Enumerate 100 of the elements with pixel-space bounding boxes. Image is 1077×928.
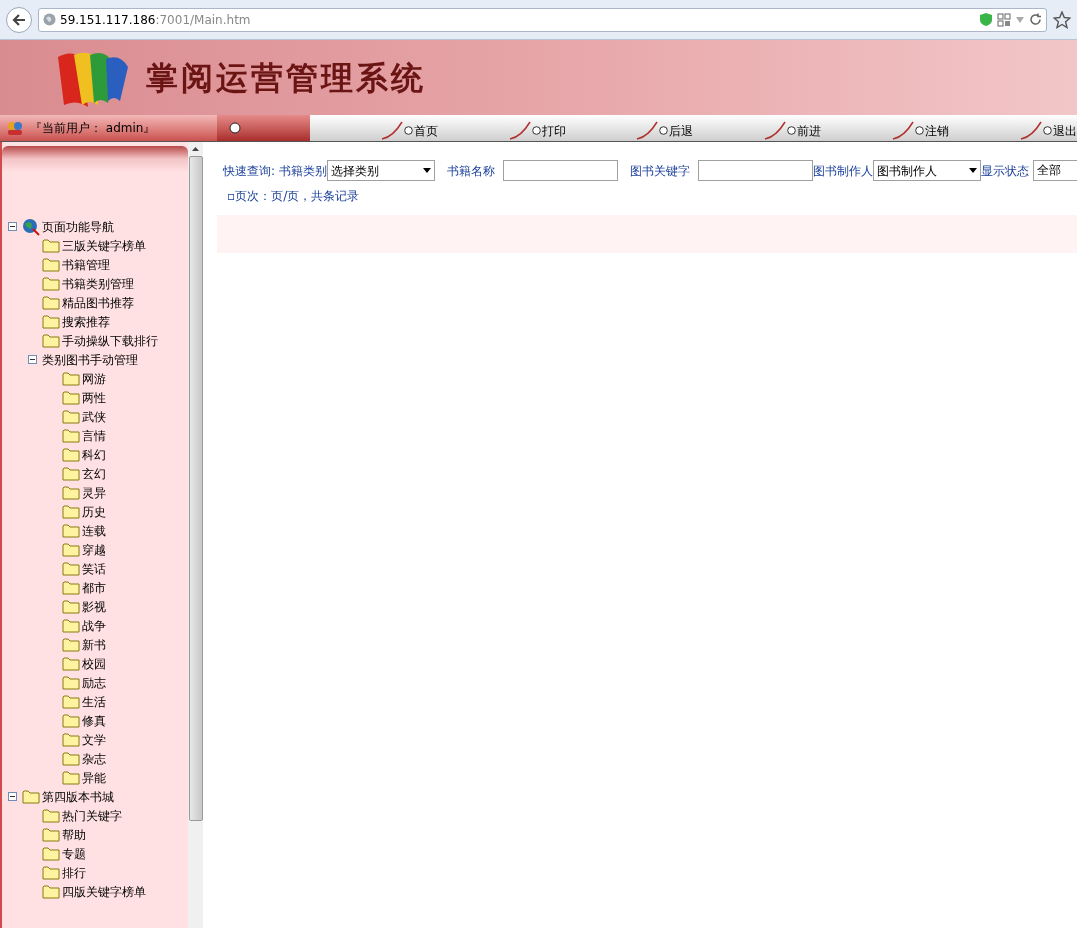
folder-icon bbox=[62, 371, 80, 386]
nav-link[interactable]: 首页 bbox=[413, 122, 438, 140]
folder-icon bbox=[62, 580, 80, 595]
address-bar[interactable]: 59.151.117.186:7001/Main.htm bbox=[38, 7, 1047, 32]
tree-item[interactable]: 专题 bbox=[62, 844, 86, 863]
nav-link[interactable]: 后退 bbox=[669, 122, 694, 140]
tree-item[interactable]: 灵异 bbox=[82, 483, 106, 502]
tree-item[interactable]: 书籍管理 bbox=[62, 255, 110, 274]
tab-divider-icon bbox=[764, 120, 787, 140]
tree-item[interactable]: 笑话 bbox=[82, 559, 106, 578]
nav-link[interactable]: 前进 bbox=[797, 122, 822, 140]
circle-icon bbox=[531, 126, 541, 135]
tab-divider-icon bbox=[380, 120, 403, 140]
tree-item[interactable]: 三版关键字榜单 bbox=[62, 236, 146, 255]
tab-divider-icon bbox=[892, 120, 915, 140]
tree-item[interactable]: 都市 bbox=[82, 578, 106, 597]
collapse-icon[interactable] bbox=[8, 792, 17, 801]
tree-item[interactable]: 杂志 bbox=[82, 749, 106, 768]
collapse-icon[interactable] bbox=[8, 222, 17, 231]
tree-item[interactable]: 玄幻 bbox=[82, 464, 106, 483]
folder-icon bbox=[62, 485, 80, 500]
scroll-thumb[interactable] bbox=[188, 156, 203, 821]
tree-item[interactable]: 帮助 bbox=[62, 825, 86, 844]
tab-divider-icon bbox=[636, 120, 659, 140]
tree-item[interactable]: 异能 bbox=[82, 768, 106, 787]
tree-item[interactable]: 武侠 bbox=[82, 407, 106, 426]
home-tab[interactable] bbox=[217, 115, 310, 141]
tree-item[interactable]: 穿越 bbox=[82, 540, 106, 559]
folder-icon bbox=[62, 523, 80, 538]
folder-icon bbox=[62, 713, 80, 728]
tree-item[interactable]: 网游 bbox=[82, 369, 106, 388]
folder-icon bbox=[62, 751, 80, 766]
tree-item[interactable]: 搜索推荐 bbox=[62, 312, 110, 331]
tree-item[interactable]: 新书 bbox=[82, 635, 106, 654]
dropdown-icon bbox=[968, 168, 977, 173]
folder-icon bbox=[62, 770, 80, 785]
filter-label: 快速查询: 书籍类别 bbox=[222, 162, 327, 180]
tree-item[interactable]: 校园 bbox=[82, 654, 106, 673]
tree-item[interactable]: 四版关键字榜单 bbox=[62, 882, 146, 901]
filter-label: 书籍名称 bbox=[445, 162, 496, 180]
folder-icon bbox=[62, 390, 80, 405]
tree-item[interactable]: 手动操纵下载排行 bbox=[62, 331, 158, 350]
tree-item[interactable]: 书籍类别管理 bbox=[62, 274, 134, 293]
qr-code-icon[interactable] bbox=[997, 12, 1011, 27]
tree-item[interactable]: 历史 bbox=[82, 502, 106, 521]
tree-item[interactable]: 科幻 bbox=[82, 445, 106, 464]
folder-icon bbox=[62, 466, 80, 481]
tree-item[interactable]: 文学 bbox=[82, 730, 106, 749]
tree-item[interactable]: 修真 bbox=[82, 711, 106, 730]
folder-icon bbox=[42, 808, 60, 823]
folder-icon bbox=[62, 428, 80, 443]
pager-text: ▫页次：页/页，共条记录 bbox=[226, 188, 361, 205]
tree-item[interactable]: 热门关键字 bbox=[62, 806, 122, 825]
folder-icon bbox=[42, 257, 60, 272]
star-icon[interactable] bbox=[1053, 10, 1071, 29]
folder-icon bbox=[42, 827, 60, 842]
circle-icon bbox=[403, 126, 413, 135]
folder-icon bbox=[42, 238, 60, 253]
tree-item[interactable]: 战争 bbox=[82, 616, 106, 635]
filter-label: 图书关键字 bbox=[628, 162, 691, 180]
tree-item[interactable]: 精品图书推荐 bbox=[62, 293, 134, 312]
back-arrow-icon bbox=[12, 13, 26, 26]
folder-icon bbox=[62, 409, 80, 424]
filter-label: 显示状态 bbox=[980, 162, 1029, 180]
folder-icon bbox=[42, 295, 60, 310]
tree-item[interactable]: 生活 bbox=[82, 692, 106, 711]
system-title: 掌阅运营管理系统 bbox=[146, 57, 426, 99]
tree-item[interactable]: 两性 bbox=[82, 388, 106, 407]
folder-icon bbox=[62, 637, 80, 652]
tree-item[interactable]: 排行 bbox=[62, 863, 86, 882]
tree-item[interactable]: 第四版本书城 bbox=[42, 787, 114, 806]
tree-item[interactable]: 连载 bbox=[82, 521, 106, 540]
circle-icon bbox=[659, 126, 669, 135]
reload-icon[interactable] bbox=[1029, 13, 1042, 26]
filter-label: 图书制作人 bbox=[812, 162, 873, 180]
nav-link[interactable]: 退出 bbox=[1052, 122, 1077, 140]
scrollbar[interactable] bbox=[188, 142, 203, 928]
current-user: 『当前用户： admin』 bbox=[30, 120, 156, 137]
nav-link[interactable]: 打印 bbox=[541, 122, 566, 140]
circle-icon bbox=[787, 126, 797, 135]
users-icon bbox=[6, 121, 24, 135]
tree-item[interactable]: 页面功能导航 bbox=[42, 217, 114, 236]
tree-item[interactable]: 影视 bbox=[82, 597, 106, 616]
text-field[interactable] bbox=[502, 160, 618, 181]
tree-item[interactable]: 励志 bbox=[82, 673, 106, 692]
tab-divider-icon bbox=[1019, 120, 1042, 140]
folder-icon bbox=[62, 732, 80, 747]
collapse-icon[interactable] bbox=[28, 355, 37, 364]
tab-divider-icon bbox=[508, 120, 531, 140]
url-text: 59.151.117.186:7001/Main.htm bbox=[60, 11, 251, 29]
nav-link[interactable]: 注销 bbox=[925, 122, 950, 140]
tree-item[interactable]: 类别图书手动管理 bbox=[42, 350, 138, 369]
dropdown-icon bbox=[422, 168, 431, 173]
tree-item[interactable]: 言情 bbox=[82, 426, 106, 445]
text-field[interactable] bbox=[697, 160, 813, 181]
text-field[interactable]: 全部 bbox=[1032, 160, 1077, 181]
back-button[interactable] bbox=[6, 6, 32, 33]
select-field[interactable]: 图书制作人 bbox=[872, 160, 981, 181]
select-field[interactable]: 选择类别 bbox=[326, 160, 435, 181]
folder-icon bbox=[62, 561, 80, 576]
